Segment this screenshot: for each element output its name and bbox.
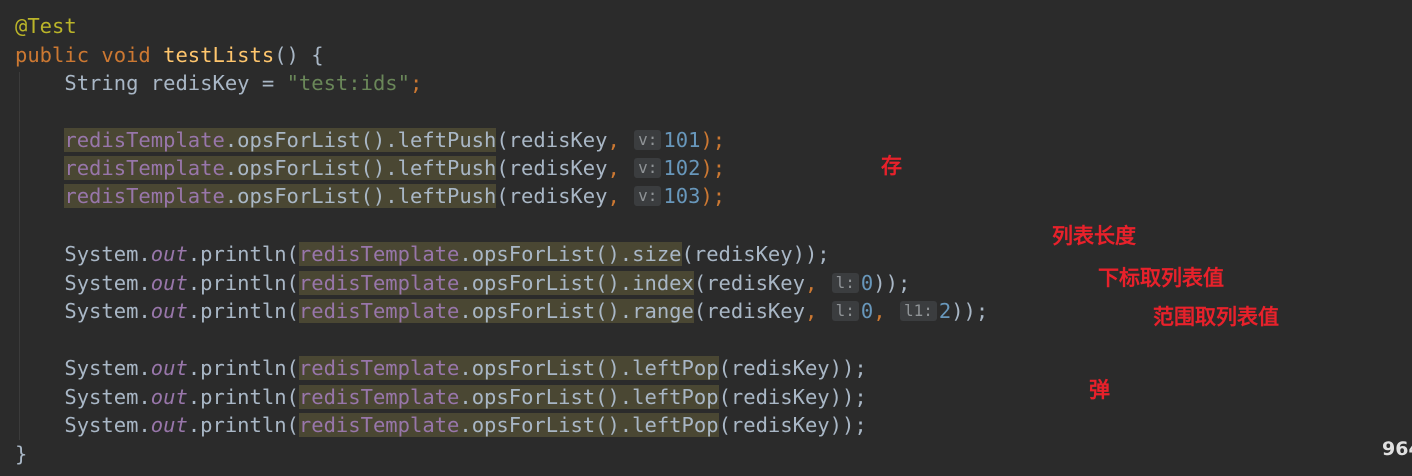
corner-number: 964 — [1382, 438, 1412, 460]
code-line-closing-brace: } — [15, 442, 28, 466]
test-annotation: @Test — [15, 14, 77, 38]
param-hint-v: v: — [634, 158, 662, 178]
annotation-range-value: 范围取列表值 — [1153, 305, 1279, 329]
code-line-method-signature: public void testLists() { — [15, 43, 324, 67]
code-editor[interactable]: @Test public void testLists() { String r… — [0, 0, 1412, 476]
code-line-annotation: @Test — [15, 12, 77, 40]
code-line-index: System.out.println(redisTemplate.opsForL… — [64, 271, 911, 295]
code-line-left-pop-3: System.out.println(redisTemplate.opsForL… — [64, 413, 867, 437]
code-line-size: System.out.println(redisTemplate.opsForL… — [64, 242, 830, 266]
annotation-store: 存 — [881, 154, 902, 178]
code-line-left-push-3: redisTemplate.opsForList().leftPush(redi… — [64, 184, 726, 208]
method-name: testLists — [163, 43, 275, 67]
code-line-left-pop-2: System.out.println(redisTemplate.opsForL… — [64, 385, 867, 409]
code-line-redis-key: String redisKey = "test:ids"; — [64, 71, 423, 95]
code-line-left-pop-1: System.out.println(redisTemplate.opsForL… — [64, 356, 867, 380]
keyword-void: void — [101, 43, 151, 67]
annotation-pop: 弹 — [1089, 378, 1110, 402]
param-hint-l: l: — [831, 273, 859, 293]
param-hint-l1: l1: — [899, 301, 937, 321]
code-line-left-push-2: redisTemplate.opsForList().leftPush(redi… — [64, 156, 726, 180]
code-line-left-push-1: redisTemplate.opsForList().leftPush(redi… — [64, 128, 726, 152]
param-hint-v: v: — [634, 130, 662, 150]
annotation-index-value: 下标取列表值 — [1098, 266, 1224, 290]
param-hint-l: l: — [831, 301, 859, 321]
param-hint-v: v: — [634, 186, 662, 206]
string-literal: "test:ids" — [286, 71, 410, 95]
annotation-list-length: 列表长度 — [1052, 224, 1136, 248]
code-line-range: System.out.println(redisTemplate.opsForL… — [64, 299, 989, 323]
keyword-public: public — [15, 43, 90, 67]
